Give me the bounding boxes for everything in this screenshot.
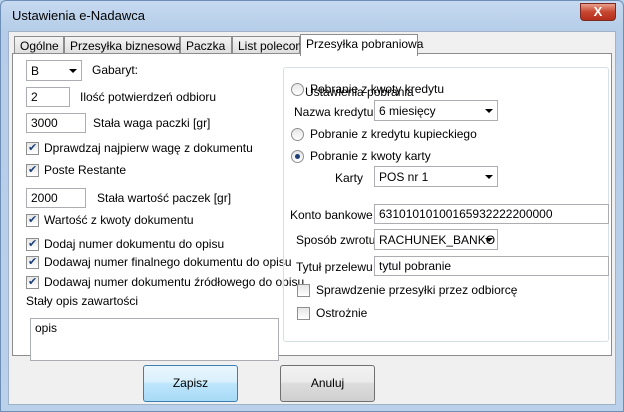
wartosc-z-kwoty-label: Wartość z kwoty dokumentu — [44, 213, 194, 227]
pobranie-kupiecki-label: Pobranie z kredytu kupieckiego — [310, 127, 477, 141]
sposob-zwrotu-select[interactable]: RACHUNEK_BANKO — [374, 229, 498, 250]
sposob-zwrotu-value: RACHUNEK_BANKO — [379, 233, 496, 247]
cancel-button[interactable]: Anuluj — [280, 365, 375, 402]
gabaryt-label: Gabaryt: — [92, 63, 139, 77]
dialog-client-area: Ogólne Przesyłka biznesowa Paczka List p… — [8, 31, 616, 405]
wartosc-z-kwoty-checkbox[interactable] — [26, 213, 39, 227]
window-title: Ustawienia e-Nadawca — [12, 8, 145, 23]
pobranie-karty-label: Pobranie z kwoty karty — [310, 149, 431, 163]
nazwa-kredytu-label: Nazwa kredytu — [294, 105, 374, 119]
opis-label: Stały opis zawartości — [26, 294, 139, 308]
poste-restante-label: Poste Restante — [44, 163, 127, 177]
nazwa-kredytu-value: 6 miesięcy — [379, 104, 436, 118]
tab-przesylka-pobraniowa[interactable]: Przesyłka pobraniowa — [300, 34, 423, 56]
ostroznie-checkbox[interactable] — [297, 307, 310, 320]
waga-z-dokumentu-label: Dprawdzaj najpierw wagę z dokumentu — [44, 141, 253, 155]
karty-label: Karty — [335, 171, 364, 185]
numer-zrodlowego-checkbox[interactable] — [26, 275, 39, 289]
numer-finalnego-checkbox[interactable] — [26, 255, 39, 269]
wartosc-label: Stała wartość paczek [gr] — [97, 191, 232, 205]
sprawdzenie-label: Sprawdzenie przesyłki przez odbiorcę — [316, 283, 518, 297]
chevron-down-icon — [69, 69, 77, 73]
wartosc-input[interactable]: 2000 — [26, 188, 86, 208]
sposob-zwrotu-label: Sposób zwrotu — [296, 233, 376, 247]
konto-input[interactable]: 63101010100165932222200000 — [374, 204, 609, 224]
pobranie-kupiecki-radio[interactable] — [291, 128, 304, 141]
ostroznie-label: Ostrożnie — [316, 306, 368, 320]
gabaryt-value: B — [31, 64, 40, 78]
sprawdzenie-checkbox[interactable] — [297, 284, 310, 297]
dodaj-numer-checkbox[interactable] — [26, 237, 39, 251]
chevron-down-icon — [485, 175, 493, 179]
nazwa-kredytu-select[interactable]: 6 miesięcy — [374, 100, 498, 121]
poste-restante-checkbox[interactable] — [26, 163, 39, 177]
tytul-label: Tytuł przelewu — [296, 260, 373, 274]
numer-finalnego-label: Dodawaj numer finalnego dokumentu do opi… — [44, 255, 292, 269]
chevron-down-icon — [485, 238, 493, 242]
close-icon: X — [593, 4, 603, 19]
potwierdzen-label: Ilość potwierdzeń odbioru — [80, 90, 217, 104]
opis-textarea[interactable]: opis — [30, 318, 279, 361]
waga-input[interactable]: 3000 — [26, 113, 86, 133]
chevron-down-icon — [485, 109, 493, 113]
title-bar[interactable]: Ustawienia e-Nadawca X — [1, 1, 623, 31]
karty-select[interactable]: POS nr 1 — [374, 166, 498, 187]
settings-window: Ustawienia e-Nadawca X Ogólne Przesyłka … — [0, 0, 624, 412]
waga-label: Stała waga paczki [gr] — [93, 116, 211, 130]
numer-zrodlowego-label: Dodawaj numer dokumentu źródłowego do op… — [44, 275, 305, 289]
tab-panel: B Gabaryt: 2 Ilość potwierdzeń odbioru 3… — [12, 53, 612, 356]
dodaj-numer-label: Dodaj numer dokumentu do opisu — [44, 237, 225, 251]
pobranie-kredytu-radio[interactable] — [291, 83, 304, 96]
waga-z-dokumentu-checkbox[interactable] — [26, 141, 39, 155]
tytul-input[interactable]: tytul pobranie — [374, 256, 609, 276]
pobranie-kredytu-label: Pobranie z kwoty kredytu — [310, 82, 445, 96]
karty-value: POS nr 1 — [379, 170, 429, 184]
potwierdzen-input[interactable]: 2 — [26, 87, 70, 107]
save-button[interactable]: Zapisz — [143, 365, 238, 402]
close-button[interactable]: X — [580, 3, 616, 21]
pobranie-karty-radio[interactable] — [291, 150, 304, 163]
gabaryt-select[interactable]: B — [26, 60, 82, 81]
konto-label: Konto bankowe — [290, 208, 373, 222]
